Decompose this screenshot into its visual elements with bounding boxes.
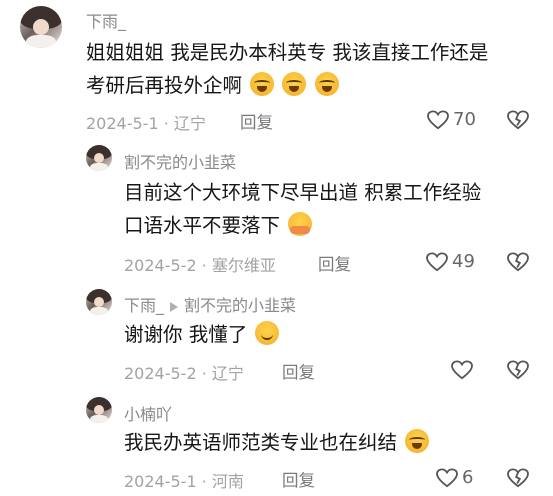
comment-text-line: 谢谢你 我懂了 xyxy=(124,323,248,346)
comment-location: 塞尔维亚 xyxy=(211,256,276,275)
heart-icon[interactable] xyxy=(436,468,458,488)
comment-meta: 2024-5-2 · 辽宁 xyxy=(124,360,244,384)
reply-button[interactable]: 回复 xyxy=(282,467,315,491)
broken-heart-icon[interactable] xyxy=(507,110,529,130)
comment-text: 我民办英语师范类专业也在纠结 xyxy=(124,426,430,459)
smiling-face-emoji xyxy=(255,321,280,345)
comment-text-line: 口语水平不要落下 xyxy=(124,214,281,237)
comment-text: 目前这个大环境下尽早出道 积累工作经验 口语水平不要落下 xyxy=(124,176,481,242)
reply-target[interactable]: 割不完的小韭菜 xyxy=(184,296,296,315)
heart-icon[interactable] xyxy=(427,110,449,130)
comment-text-line: 目前这个大环境下尽早出道 积累工作经验 xyxy=(124,181,482,204)
comment-date: 2024-5-1 xyxy=(124,472,197,491)
reply-arrow-icon xyxy=(170,301,179,312)
comment-text-line: 考研后再投外企啊 xyxy=(86,74,243,97)
hugging-emoji xyxy=(288,212,313,236)
comment-meta: 2024-5-1 · 河南 xyxy=(124,468,244,492)
comment-date: 2024-5-2 xyxy=(124,256,197,275)
comment-text: 姐姐姐姐 我是民办本科英专 我该直接工作还是 考研后再投外企啊 xyxy=(86,36,488,102)
comment-text-line: 我民办英语师范类专业也在纠结 xyxy=(124,431,398,454)
comment-date: 2024-5-2 xyxy=(124,364,197,383)
comment-username[interactable]: 下雨_ 割不完的小韭菜 xyxy=(124,292,296,316)
like-count: 70 xyxy=(453,109,476,130)
crying-face-emoji xyxy=(405,429,430,453)
comment-username[interactable]: 小楠吖 xyxy=(124,401,172,425)
reply-button[interactable]: 回复 xyxy=(318,251,351,275)
comment-location: 辽宁 xyxy=(211,364,244,383)
avatar[interactable] xyxy=(86,397,112,423)
meta-separator: · xyxy=(201,472,207,491)
comment-text: 谢谢你 我懂了 xyxy=(124,318,280,351)
broken-heart-icon[interactable] xyxy=(507,360,529,380)
reply-author[interactable]: 下雨_ xyxy=(124,296,164,315)
comment-text-line: 姐姐姐姐 我是民办本科英专 我该直接工作还是 xyxy=(86,41,489,64)
heart-icon[interactable] xyxy=(451,360,473,380)
comment-username[interactable]: 割不完的小韭菜 xyxy=(124,149,236,173)
avatar[interactable] xyxy=(86,289,112,315)
comment-date: 2024-5-1 xyxy=(86,114,159,133)
heart-icon[interactable] xyxy=(426,252,448,272)
crying-face-emoji xyxy=(250,72,275,96)
reply-button[interactable]: 回复 xyxy=(282,359,315,383)
avatar[interactable] xyxy=(86,145,112,171)
like-count: 6 xyxy=(462,467,474,488)
meta-separator: · xyxy=(201,364,207,383)
comment-username[interactable]: 下雨_ xyxy=(86,8,126,32)
meta-separator: · xyxy=(201,256,207,275)
broken-heart-icon[interactable] xyxy=(507,468,529,488)
avatar[interactable] xyxy=(20,6,62,48)
comment-location: 辽宁 xyxy=(173,114,206,133)
broken-heart-icon[interactable] xyxy=(507,252,529,272)
comment-meta: 2024-5-2 · 塞尔维亚 xyxy=(124,252,276,276)
meta-separator: · xyxy=(163,114,169,133)
crying-face-emoji xyxy=(282,72,307,96)
comment-location: 河南 xyxy=(211,472,244,491)
comment-meta: 2024-5-1 · 辽宁 xyxy=(86,110,206,134)
crying-face-emoji xyxy=(314,72,339,96)
reply-button[interactable]: 回复 xyxy=(240,109,273,133)
like-count: 49 xyxy=(452,251,475,272)
